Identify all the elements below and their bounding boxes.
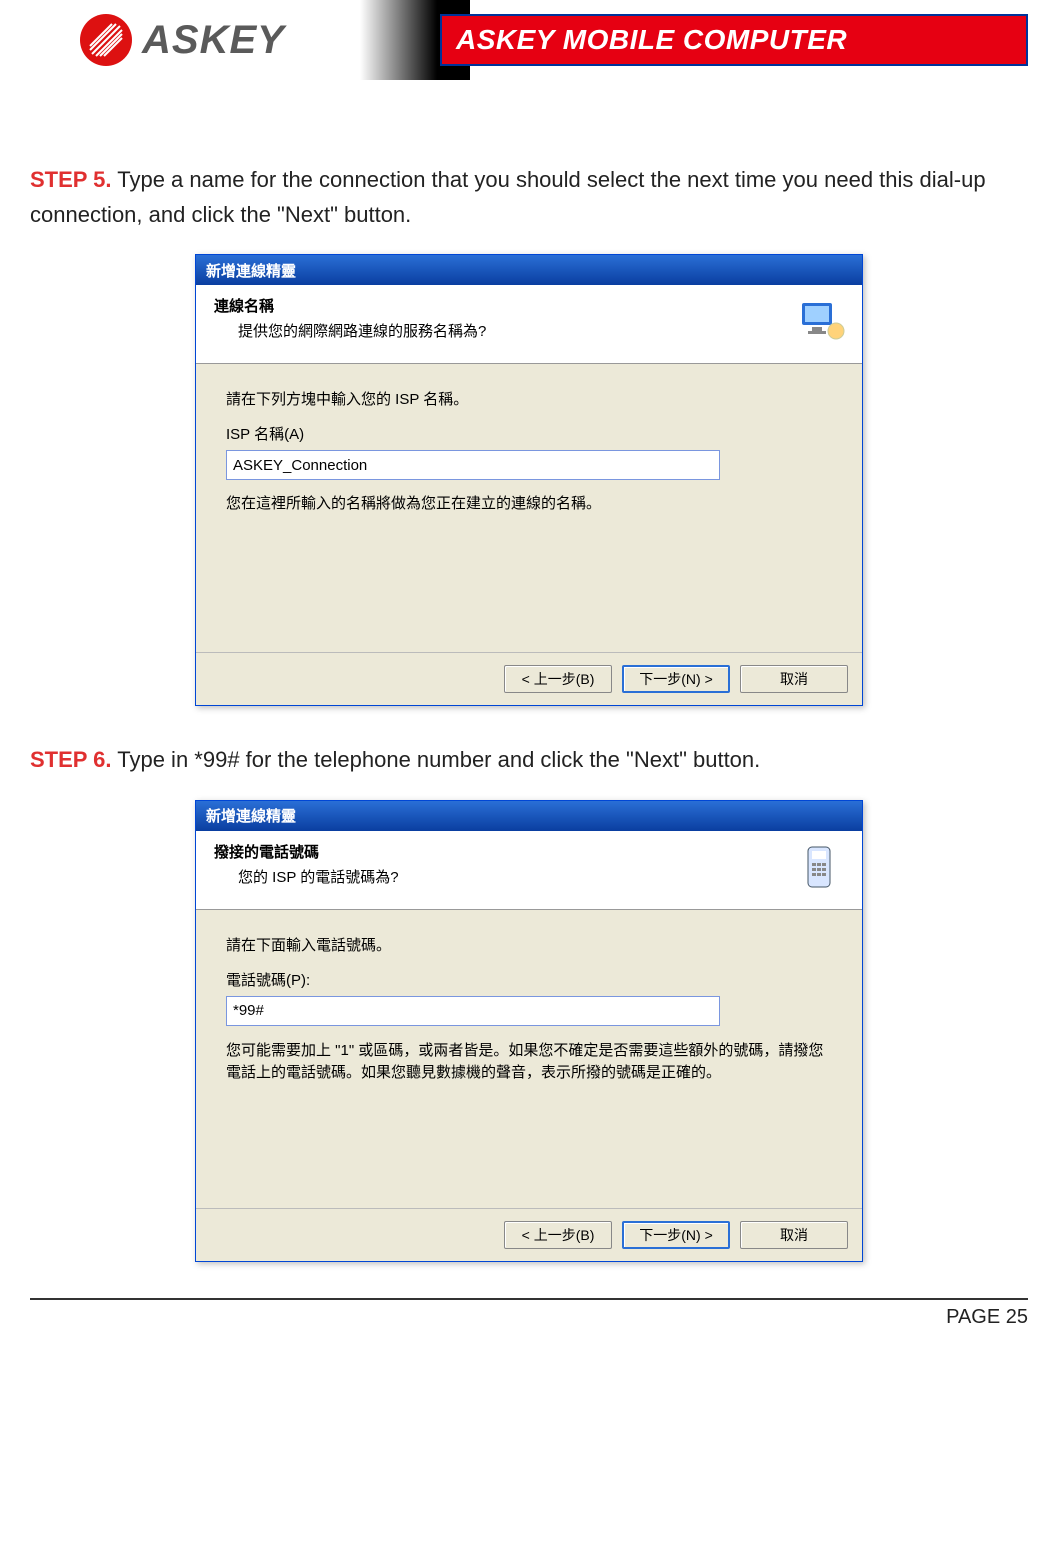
- phone-number-input[interactable]: [226, 996, 720, 1026]
- dialog-body: 請在下面輸入電話號碼。 電話號碼(P): 您可能需要加上 "1" 或區碼，或兩者…: [196, 910, 862, 1208]
- dialog-button-bar: < 上一步(B) 下一步(N) > 取消: [196, 1208, 862, 1261]
- instruction-line: 請在下列方塊中輸入您的 ISP 名稱。: [226, 388, 832, 409]
- brand-logo: ASKEY: [80, 14, 285, 66]
- instruction-line: 請在下面輸入電話號碼。: [226, 934, 832, 955]
- cancel-button[interactable]: 取消: [740, 665, 848, 693]
- note-line: 您在這裡所輸入的名稱將做為您正在建立的連線的名稱。: [226, 492, 832, 513]
- dialog-heading: 撥接的電話號碼: [214, 841, 844, 862]
- dialog-titlebar[interactable]: 新增連線精靈: [196, 255, 862, 285]
- dialog-heading: 連線名稱: [214, 295, 844, 316]
- back-button[interactable]: < 上一步(B): [504, 1221, 612, 1249]
- wizard-dialog-step5: 新增連線精靈 連線名稱 提供您的網際網路連線的服務名稱為? 請在下列方塊中輸入您…: [195, 254, 863, 706]
- phone-number-label: 電話號碼(P):: [226, 969, 832, 990]
- cancel-button[interactable]: 取消: [740, 1221, 848, 1249]
- back-button[interactable]: < 上一步(B): [504, 665, 612, 693]
- step-6-text: Type in *99# for the telephone number an…: [112, 747, 761, 772]
- page-header: ASKEY ASKEY MOBILE COMPUTER: [0, 0, 1058, 80]
- dialog-button-bar: < 上一步(B) 下一步(N) > 取消: [196, 652, 862, 705]
- header-banner-text: ASKEY MOBILE COMPUTER: [456, 24, 847, 56]
- step-6-label: STEP 6.: [30, 747, 112, 772]
- isp-name-label: ISP 名稱(A): [226, 423, 832, 444]
- phone-icon: [798, 843, 846, 891]
- step-5-text: Type a name for the connection that you …: [30, 167, 986, 227]
- step-6-block: STEP 6. Type in *99# for the telephone n…: [30, 742, 1028, 1261]
- connection-icon: [798, 297, 846, 345]
- page-footer: PAGE 25: [30, 1298, 1028, 1329]
- next-button[interactable]: 下一步(N) >: [622, 665, 730, 693]
- page-number: PAGE 25: [946, 1306, 1028, 1329]
- dialog-title: 新增連線精靈: [206, 260, 296, 281]
- step-5-dialog-wrap: 新增連線精靈 連線名稱 提供您的網際網路連線的服務名稱為? 請在下列方塊中輸入您…: [30, 254, 1028, 706]
- dialog-titlebar[interactable]: 新增連線精靈: [196, 801, 862, 831]
- document-page: ASKEY ASKEY MOBILE COMPUTER STEP 5. Type…: [0, 0, 1058, 1369]
- wizard-dialog-step6: 新增連線精靈 撥接的電話號碼 您的 ISP 的電話號碼為? 請在下面輸入電話號碼…: [195, 800, 863, 1262]
- dialog-subheading: 您的 ISP 的電話號碼為?: [238, 866, 844, 887]
- isp-name-input[interactable]: [226, 450, 720, 480]
- brand-logo-text: ASKEY: [142, 18, 285, 63]
- step-5-label: STEP 5.: [30, 167, 112, 192]
- dialog-header-pane: 撥接的電話號碼 您的 ISP 的電話號碼為?: [196, 831, 862, 910]
- content-area: STEP 5. Type a name for the connection t…: [0, 80, 1058, 1262]
- dialog-title: 新增連線精靈: [206, 805, 296, 826]
- step-5-block: STEP 5. Type a name for the connection t…: [30, 162, 1028, 706]
- header-banner: ASKEY MOBILE COMPUTER: [440, 14, 1028, 66]
- note-line: 您可能需要加上 "1" 或區碼，或兩者皆是。如果您不確定是否需要這些額外的號碼，…: [226, 1040, 832, 1085]
- next-button[interactable]: 下一步(N) >: [622, 1221, 730, 1249]
- dialog-body: 請在下列方塊中輸入您的 ISP 名稱。 ISP 名稱(A) 您在這裡所輸入的名稱…: [196, 364, 862, 652]
- dialog-subheading: 提供您的網際網路連線的服務名稱為?: [238, 320, 844, 341]
- step-6-dialog-wrap: 新增連線精靈 撥接的電話號碼 您的 ISP 的電話號碼為? 請在下面輸入電話號碼…: [30, 800, 1028, 1262]
- step-6-paragraph: STEP 6. Type in *99# for the telephone n…: [30, 742, 1028, 777]
- dialog-header-pane: 連線名稱 提供您的網際網路連線的服務名稱為?: [196, 285, 862, 364]
- brand-logo-icon: [80, 14, 132, 66]
- step-5-paragraph: STEP 5. Type a name for the connection t…: [30, 162, 1028, 232]
